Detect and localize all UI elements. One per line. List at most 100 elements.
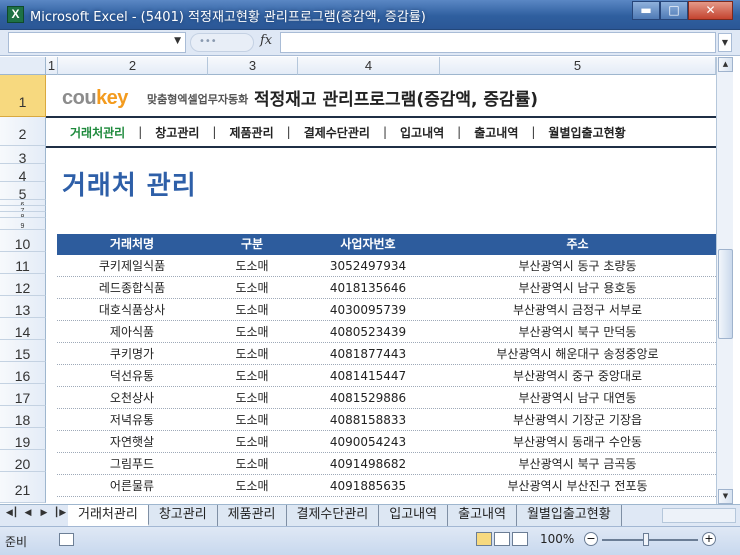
row-header[interactable]: 20 [0, 450, 46, 472]
row-header[interactable]: 12 [0, 274, 46, 296]
table-cell[interactable]: 도소매 [207, 277, 297, 299]
table-cell[interactable]: 4081415447 [297, 365, 439, 387]
table-cell[interactable]: 4090054243 [297, 431, 439, 453]
column-header[interactable]: 4 [298, 57, 440, 75]
table-cell[interactable]: 제아식품 [57, 321, 207, 343]
page-layout-view-icon[interactable] [494, 532, 510, 546]
table-cell[interactable]: 도소매 [207, 321, 297, 343]
formula-bar-handle[interactable]: ••• [190, 33, 254, 52]
formula-input[interactable] [280, 32, 716, 53]
select-all-corner[interactable] [0, 57, 46, 75]
vertical-scrollbar[interactable]: ▲ ▼ [716, 57, 733, 504]
column-header[interactable]: 1 [46, 57, 58, 75]
row-header[interactable]: 2 [0, 117, 46, 146]
row-header[interactable]: 13 [0, 296, 46, 318]
next-sheet-icon[interactable]: ▶ [36, 508, 52, 518]
row-header[interactable]: 15 [0, 340, 46, 362]
table-cell[interactable]: 오천상사 [57, 387, 207, 409]
table-cell[interactable]: 도소매 [207, 409, 297, 431]
sheet-tab[interactable]: 입고내역 [379, 505, 449, 526]
table-cell[interactable]: 부산광역시 북구 금곡동 [439, 453, 716, 475]
table-cell[interactable]: 4091498682 [297, 453, 439, 475]
row-header[interactable]: 14 [0, 318, 46, 340]
table-cell[interactable]: 4018135646 [297, 277, 439, 299]
table-cell[interactable]: 부산광역시 금정구 서부로 [439, 299, 716, 321]
table-cell[interactable]: 4081529886 [297, 387, 439, 409]
table-row[interactable]: 덕선유통 도소매 4081415447 부산광역시 중구 중앙대로 [57, 365, 716, 387]
prev-sheet-icon[interactable]: ◀ [20, 508, 36, 518]
scroll-thumb[interactable] [718, 249, 733, 339]
row-header[interactable]: 1 [0, 75, 46, 117]
column-header[interactable]: 2 [58, 57, 208, 75]
sheet-tab[interactable]: 거래처관리 [68, 505, 149, 526]
table-cell[interactable]: 쿠키명가 [57, 343, 207, 365]
table-cell[interactable]: 4030095739 [297, 299, 439, 321]
table-cell[interactable]: 부산광역시 중구 중앙대로 [439, 365, 716, 387]
row-header[interactable]: 21 [0, 472, 46, 503]
normal-view-icon[interactable] [476, 532, 492, 546]
insert-function-icon[interactable]: fx [260, 33, 272, 48]
table-cell[interactable]: 어른물류 [57, 475, 207, 497]
name-box[interactable]: ▼ [8, 32, 186, 53]
first-sheet-icon[interactable]: ◀┃ [4, 508, 20, 518]
table-cell[interactable]: 도소매 [207, 475, 297, 497]
table-cell[interactable]: 그림푸드 [57, 453, 207, 475]
page-break-view-icon[interactable] [512, 532, 528, 546]
table-row[interactable]: 제아식품 도소매 4080523439 부산광역시 북구 만덕동 [57, 321, 716, 343]
table-cell[interactable]: 4091885635 [297, 475, 439, 497]
table-cell[interactable]: 쿠키제일식품 [57, 255, 207, 277]
table-cell[interactable]: 부산광역시 기장군 기장읍 [439, 409, 716, 431]
table-cell[interactable]: 도소매 [207, 387, 297, 409]
table-cell[interactable]: 도소매 [207, 299, 297, 321]
table-cell[interactable]: 도소매 [207, 343, 297, 365]
table-cell[interactable]: 부산광역시 동래구 수안동 [439, 431, 716, 453]
table-row[interactable]: 쿠키명가 도소매 4081877443 부산광역시 해운대구 송정중앙로 [57, 343, 716, 365]
table-row[interactable]: 레드종합식품 도소매 4018135646 부산광역시 남구 용호동 [57, 277, 716, 299]
table-row[interactable]: 대호식품상사 도소매 4030095739 부산광역시 금정구 서부로 [57, 299, 716, 321]
column-header[interactable]: 3 [208, 57, 298, 75]
table-cell[interactable]: 부산광역시 북구 만덕동 [439, 321, 716, 343]
table-cell[interactable]: 자연햇살 [57, 431, 207, 453]
sheet-tab[interactable]: 제품관리 [217, 505, 287, 526]
table-cell[interactable]: 4080523439 [297, 321, 439, 343]
table-cell[interactable]: 덕선유통 [57, 365, 207, 387]
row-header[interactable]: 3 [0, 146, 46, 164]
table-cell[interactable]: 도소매 [207, 255, 297, 277]
nav-item[interactable]: 창고관리 [155, 124, 199, 141]
nav-item[interactable]: 입고내역 [400, 124, 444, 141]
scroll-up-icon[interactable]: ▲ [718, 57, 733, 72]
table-cell[interactable]: 저녁유통 [57, 409, 207, 431]
row-header[interactable]: 17 [0, 384, 46, 406]
nav-item[interactable]: 거래처관리 [70, 124, 125, 141]
minimize-icon[interactable]: ▬ [632, 1, 660, 20]
expand-formula-bar-icon[interactable]: ▼ [718, 33, 732, 52]
column-header[interactable]: 5 [440, 57, 716, 75]
nav-item[interactable]: 결제수단관리 [304, 124, 370, 141]
row-header[interactable]: 10 [0, 230, 46, 252]
table-row[interactable]: 어른물류 도소매 4091885635 부산광역시 부산진구 전포동 [57, 475, 716, 497]
table-row[interactable]: 쿠키제일식품 도소매 3052497934 부산광역시 동구 초량동 [57, 255, 716, 277]
table-cell[interactable]: 부산광역시 부산진구 전포동 [439, 475, 716, 497]
table-cell[interactable]: 부산광역시 해운대구 송정중앙로 [439, 343, 716, 365]
row-header[interactable]: 18 [0, 406, 46, 428]
table-cell[interactable]: 4088158833 [297, 409, 439, 431]
row-header[interactable]: 4 [0, 164, 46, 182]
scroll-down-icon[interactable]: ▼ [718, 489, 733, 504]
row-header[interactable]: 16 [0, 362, 46, 384]
table-row[interactable]: 저녁유통 도소매 4088158833 부산광역시 기장군 기장읍 [57, 409, 716, 431]
table-cell[interactable]: 대호식품상사 [57, 299, 207, 321]
nav-item[interactable]: 월별입출고현황 [548, 124, 625, 141]
table-cell[interactable]: 도소매 [207, 431, 297, 453]
table-row[interactable]: 자연햇살 도소매 4090054243 부산광역시 동래구 수안동 [57, 431, 716, 453]
table-cell[interactable]: 도소매 [207, 365, 297, 387]
excel-app-icon[interactable]: X [7, 6, 24, 23]
table-cell[interactable]: 부산광역시 남구 용호동 [439, 277, 716, 299]
table-cell[interactable]: 4081877443 [297, 343, 439, 365]
table-cell[interactable]: 3052497934 [297, 255, 439, 277]
zoom-in-icon[interactable]: + [702, 532, 716, 546]
sheet-tab[interactable]: 창고관리 [148, 505, 218, 526]
row-header[interactable]: 11 [0, 252, 46, 274]
table-cell[interactable]: 부산광역시 남구 대연동 [439, 387, 716, 409]
row-header[interactable]: 19 [0, 428, 46, 450]
table-cell[interactable]: 레드종합식품 [57, 277, 207, 299]
